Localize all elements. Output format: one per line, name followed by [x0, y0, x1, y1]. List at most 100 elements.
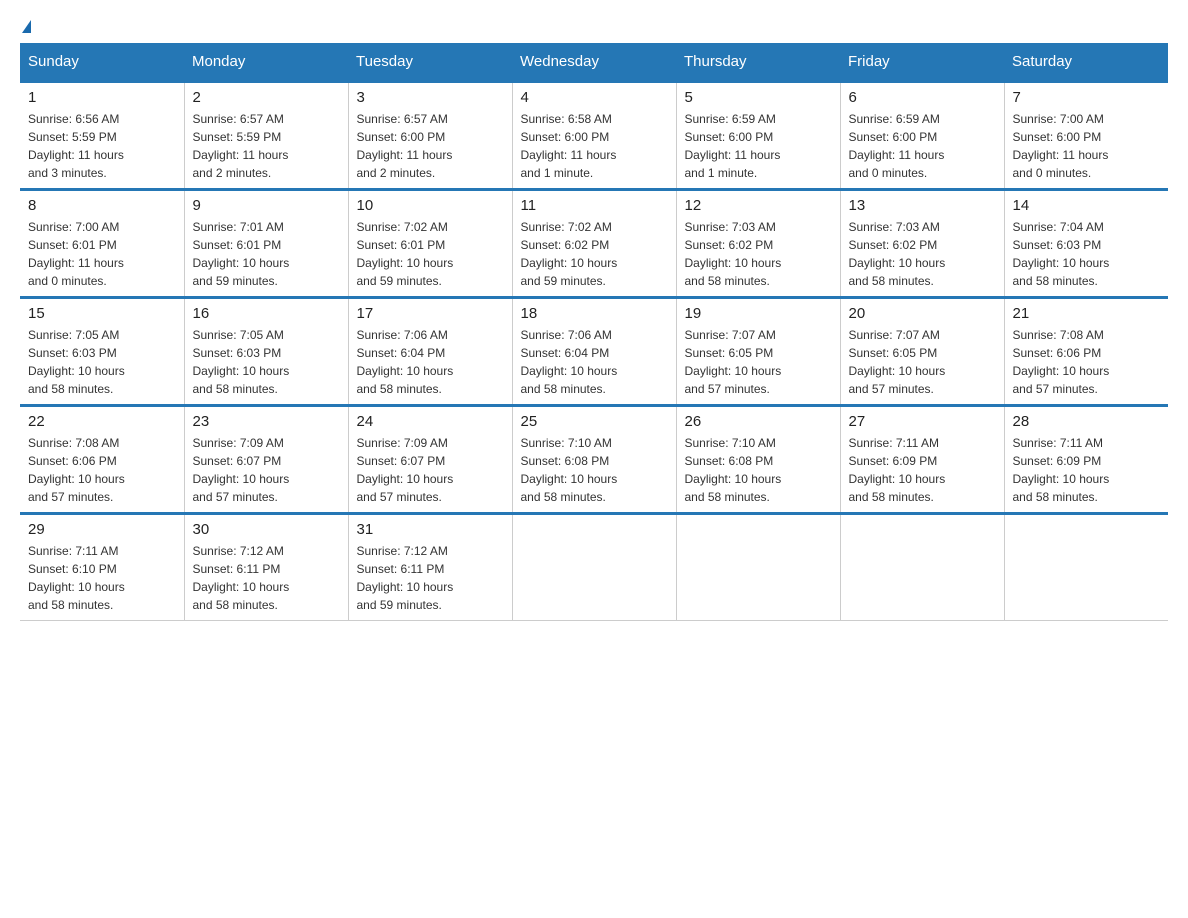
column-header-thursday: Thursday	[676, 43, 840, 82]
day-number: 4	[521, 89, 668, 106]
day-info: Sunrise: 7:08 AMSunset: 6:06 PMDaylight:…	[28, 434, 176, 506]
day-info: Sunrise: 6:59 AMSunset: 6:00 PMDaylight:…	[849, 110, 996, 182]
calendar-cell: 1 Sunrise: 6:56 AMSunset: 5:59 PMDayligh…	[20, 82, 184, 190]
day-number: 2	[193, 89, 340, 106]
calendar-cell: 4 Sunrise: 6:58 AMSunset: 6:00 PMDayligh…	[512, 82, 676, 190]
day-number: 20	[849, 305, 996, 322]
day-info: Sunrise: 7:06 AMSunset: 6:04 PMDaylight:…	[521, 326, 668, 398]
day-info: Sunrise: 7:03 AMSunset: 6:02 PMDaylight:…	[685, 218, 832, 290]
day-number: 23	[193, 413, 340, 430]
calendar-cell: 23 Sunrise: 7:09 AMSunset: 6:07 PMDaylig…	[184, 406, 348, 514]
calendar-cell: 22 Sunrise: 7:08 AMSunset: 6:06 PMDaylig…	[20, 406, 184, 514]
day-number: 13	[849, 197, 996, 214]
week-row-4: 22 Sunrise: 7:08 AMSunset: 6:06 PMDaylig…	[20, 406, 1168, 514]
day-info: Sunrise: 6:57 AMSunset: 6:00 PMDaylight:…	[357, 110, 504, 182]
calendar-cell: 21 Sunrise: 7:08 AMSunset: 6:06 PMDaylig…	[1004, 298, 1168, 406]
week-row-3: 15 Sunrise: 7:05 AMSunset: 6:03 PMDaylig…	[20, 298, 1168, 406]
day-number: 19	[685, 305, 832, 322]
calendar-cell: 9 Sunrise: 7:01 AMSunset: 6:01 PMDayligh…	[184, 190, 348, 298]
column-header-wednesday: Wednesday	[512, 43, 676, 82]
day-number: 27	[849, 413, 996, 430]
day-number: 3	[357, 89, 504, 106]
calendar-cell: 31 Sunrise: 7:12 AMSunset: 6:11 PMDaylig…	[348, 514, 512, 621]
day-info: Sunrise: 7:07 AMSunset: 6:05 PMDaylight:…	[849, 326, 996, 398]
calendar-cell: 2 Sunrise: 6:57 AMSunset: 5:59 PMDayligh…	[184, 82, 348, 190]
day-number: 29	[28, 521, 176, 538]
calendar-cell: 12 Sunrise: 7:03 AMSunset: 6:02 PMDaylig…	[676, 190, 840, 298]
calendar-table: SundayMondayTuesdayWednesdayThursdayFrid…	[20, 43, 1168, 621]
calendar-cell: 13 Sunrise: 7:03 AMSunset: 6:02 PMDaylig…	[840, 190, 1004, 298]
day-number: 17	[357, 305, 504, 322]
day-info: Sunrise: 7:00 AMSunset: 6:00 PMDaylight:…	[1013, 110, 1161, 182]
day-number: 16	[193, 305, 340, 322]
day-number: 5	[685, 89, 832, 106]
day-number: 18	[521, 305, 668, 322]
day-number: 9	[193, 197, 340, 214]
day-number: 10	[357, 197, 504, 214]
day-info: Sunrise: 7:11 AMSunset: 6:09 PMDaylight:…	[1013, 434, 1161, 506]
week-row-5: 29 Sunrise: 7:11 AMSunset: 6:10 PMDaylig…	[20, 514, 1168, 621]
day-info: Sunrise: 7:11 AMSunset: 6:09 PMDaylight:…	[849, 434, 996, 506]
calendar-cell: 25 Sunrise: 7:10 AMSunset: 6:08 PMDaylig…	[512, 406, 676, 514]
day-info: Sunrise: 6:59 AMSunset: 6:00 PMDaylight:…	[685, 110, 832, 182]
calendar-cell: 18 Sunrise: 7:06 AMSunset: 6:04 PMDaylig…	[512, 298, 676, 406]
calendar-cell: 3 Sunrise: 6:57 AMSunset: 6:00 PMDayligh…	[348, 82, 512, 190]
calendar-cell: 28 Sunrise: 7:11 AMSunset: 6:09 PMDaylig…	[1004, 406, 1168, 514]
day-number: 6	[849, 89, 996, 106]
calendar-cell: 5 Sunrise: 6:59 AMSunset: 6:00 PMDayligh…	[676, 82, 840, 190]
day-number: 7	[1013, 89, 1161, 106]
day-number: 8	[28, 197, 176, 214]
calendar-cell: 24 Sunrise: 7:09 AMSunset: 6:07 PMDaylig…	[348, 406, 512, 514]
day-number: 1	[28, 89, 176, 106]
day-info: Sunrise: 7:12 AMSunset: 6:11 PMDaylight:…	[193, 542, 340, 614]
day-info: Sunrise: 7:00 AMSunset: 6:01 PMDaylight:…	[28, 218, 176, 290]
day-info: Sunrise: 7:05 AMSunset: 6:03 PMDaylight:…	[28, 326, 176, 398]
calendar-cell: 27 Sunrise: 7:11 AMSunset: 6:09 PMDaylig…	[840, 406, 1004, 514]
day-number: 26	[685, 413, 832, 430]
calendar-cell: 10 Sunrise: 7:02 AMSunset: 6:01 PMDaylig…	[348, 190, 512, 298]
day-info: Sunrise: 6:58 AMSunset: 6:00 PMDaylight:…	[521, 110, 668, 182]
calendar-cell: 20 Sunrise: 7:07 AMSunset: 6:05 PMDaylig…	[840, 298, 1004, 406]
day-info: Sunrise: 7:10 AMSunset: 6:08 PMDaylight:…	[685, 434, 832, 506]
day-info: Sunrise: 7:03 AMSunset: 6:02 PMDaylight:…	[849, 218, 996, 290]
day-number: 31	[357, 521, 504, 538]
day-number: 25	[521, 413, 668, 430]
calendar-cell: 19 Sunrise: 7:07 AMSunset: 6:05 PMDaylig…	[676, 298, 840, 406]
day-info: Sunrise: 7:09 AMSunset: 6:07 PMDaylight:…	[193, 434, 340, 506]
calendar-cell: 11 Sunrise: 7:02 AMSunset: 6:02 PMDaylig…	[512, 190, 676, 298]
day-info: Sunrise: 7:04 AMSunset: 6:03 PMDaylight:…	[1013, 218, 1161, 290]
day-info: Sunrise: 7:05 AMSunset: 6:03 PMDaylight:…	[193, 326, 340, 398]
calendar-header-row: SundayMondayTuesdayWednesdayThursdayFrid…	[20, 43, 1168, 82]
day-number: 28	[1013, 413, 1161, 430]
calendar-cell: 14 Sunrise: 7:04 AMSunset: 6:03 PMDaylig…	[1004, 190, 1168, 298]
day-number: 30	[193, 521, 340, 538]
day-info: Sunrise: 7:12 AMSunset: 6:11 PMDaylight:…	[357, 542, 504, 614]
column-header-tuesday: Tuesday	[348, 43, 512, 82]
day-info: Sunrise: 6:57 AMSunset: 5:59 PMDaylight:…	[193, 110, 340, 182]
day-info: Sunrise: 7:08 AMSunset: 6:06 PMDaylight:…	[1013, 326, 1161, 398]
calendar-cell	[676, 514, 840, 621]
day-info: Sunrise: 7:10 AMSunset: 6:08 PMDaylight:…	[521, 434, 668, 506]
day-info: Sunrise: 7:07 AMSunset: 6:05 PMDaylight:…	[685, 326, 832, 398]
day-number: 21	[1013, 305, 1161, 322]
calendar-cell: 16 Sunrise: 7:05 AMSunset: 6:03 PMDaylig…	[184, 298, 348, 406]
calendar-cell	[1004, 514, 1168, 621]
column-header-monday: Monday	[184, 43, 348, 82]
calendar-cell	[512, 514, 676, 621]
calendar-cell: 30 Sunrise: 7:12 AMSunset: 6:11 PMDaylig…	[184, 514, 348, 621]
calendar-cell: 8 Sunrise: 7:00 AMSunset: 6:01 PMDayligh…	[20, 190, 184, 298]
day-info: Sunrise: 7:02 AMSunset: 6:02 PMDaylight:…	[521, 218, 668, 290]
day-number: 22	[28, 413, 176, 430]
day-info: Sunrise: 6:56 AMSunset: 5:59 PMDaylight:…	[28, 110, 176, 182]
logo	[20, 20, 31, 33]
day-info: Sunrise: 7:02 AMSunset: 6:01 PMDaylight:…	[357, 218, 504, 290]
calendar-cell: 26 Sunrise: 7:10 AMSunset: 6:08 PMDaylig…	[676, 406, 840, 514]
page-header	[20, 20, 1168, 33]
column-header-saturday: Saturday	[1004, 43, 1168, 82]
day-info: Sunrise: 7:09 AMSunset: 6:07 PMDaylight:…	[357, 434, 504, 506]
day-number: 11	[521, 197, 668, 214]
calendar-cell: 29 Sunrise: 7:11 AMSunset: 6:10 PMDaylig…	[20, 514, 184, 621]
day-info: Sunrise: 7:06 AMSunset: 6:04 PMDaylight:…	[357, 326, 504, 398]
day-info: Sunrise: 7:01 AMSunset: 6:01 PMDaylight:…	[193, 218, 340, 290]
week-row-2: 8 Sunrise: 7:00 AMSunset: 6:01 PMDayligh…	[20, 190, 1168, 298]
